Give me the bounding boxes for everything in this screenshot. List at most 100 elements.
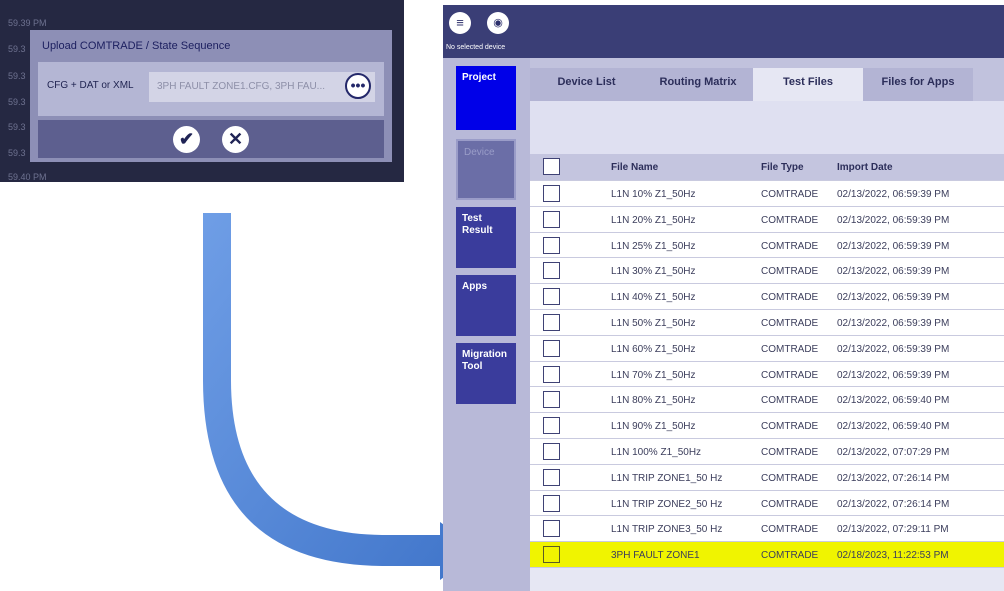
background-time: 59.3 (8, 122, 26, 132)
file-type-cell: COMTRADE (761, 498, 819, 510)
background-time: 59.3 (8, 148, 26, 158)
file-name-cell: L1N TRIP ZONE3_50 Hz (611, 524, 723, 536)
import-date-cell: 02/13/2022, 07:26:14 PM (837, 472, 950, 484)
sidebar-item-test-result[interactable]: Test Result (456, 207, 516, 268)
table-row[interactable]: L1N TRIP ZONE1_50 Hz COMTRADE 02/13/2022, … (530, 464, 1004, 491)
import-date-cell: 02/13/2022, 06:59:40 PM (837, 421, 950, 433)
tab-test-files[interactable]: Test Files (753, 68, 863, 101)
row-checkbox[interactable] (543, 546, 560, 564)
file-type-cell: COMTRADE (761, 292, 819, 304)
dialog-body: CFG + DAT or XML 3PH FAULT ZONE1.CFG, 3P… (38, 62, 384, 116)
device-icon[interactable]: ◉ (487, 12, 509, 34)
file-name-cell: L1N 70% Z1_50Hz (611, 369, 696, 381)
file-type-cell: COMTRADE (761, 524, 819, 536)
file-name-cell: L1N 30% Z1_50Hz (611, 266, 696, 278)
table-row[interactable]: L1N 30% Z1_50Hz COMTRADE 02/13/2022, 06:59… (530, 258, 1004, 285)
sidebar-item-device[interactable]: Device (456, 139, 516, 200)
file-selection-field[interactable]: 3PH FAULT ZONE1.CFG, 3PH FAU... ••• (149, 72, 375, 102)
file-type-cell: COMTRADE (761, 395, 819, 407)
sidebar-item-project[interactable]: Project (456, 66, 516, 130)
row-checkbox[interactable] (543, 288, 560, 306)
select-all-checkbox[interactable] (543, 158, 560, 175)
table-body: L1N 10% Z1_50Hz COMTRADE 02/13/2022, 06:59… (530, 181, 1004, 568)
table-row[interactable]: L1N 90% Z1_50Hz COMTRADE 02/13/2022, 06:59… (530, 413, 1004, 439)
background-time: 59.3 (8, 71, 26, 81)
file-type-cell: COMTRADE (761, 240, 819, 252)
cancel-close-button[interactable]: ✕ (222, 126, 249, 153)
row-checkbox[interactable] (543, 210, 560, 228)
row-checkbox[interactable] (543, 391, 560, 409)
row-checkbox[interactable] (543, 520, 560, 538)
row-checkbox[interactable] (543, 185, 560, 202)
row-checkbox[interactable] (543, 442, 560, 460)
tab-files-for-apps[interactable]: Files for Apps (863, 68, 973, 101)
import-date-cell: 02/13/2022, 06:59:39 PM (837, 266, 950, 278)
tab-strip: Device List Routing Matrix Test Files Fi… (530, 58, 1004, 101)
import-date-cell: 02/13/2022, 06:59:39 PM (837, 343, 950, 355)
row-checkbox[interactable] (543, 417, 560, 435)
table-row[interactable]: L1N 25% Z1_50Hz COMTRADE 02/13/2022, 06:59… (530, 232, 1004, 259)
import-date-cell: 02/13/2022, 06:59:40 PM (837, 395, 950, 407)
test-files-table: File Name File Type Import Date L1N 10% … (530, 154, 1004, 568)
table-row[interactable]: L1N 50% Z1_50Hz COMTRADE 02/13/2022, 06:59… (530, 309, 1004, 336)
row-checkbox[interactable] (543, 494, 560, 512)
import-date-cell: 02/13/2022, 06:59:39 PM (837, 292, 950, 304)
file-type-cell: COMTRADE (761, 550, 819, 562)
row-checkbox[interactable] (543, 365, 560, 383)
row-checkbox[interactable] (543, 262, 560, 280)
tab-device-list[interactable]: Device List (530, 68, 643, 101)
browse-more-button[interactable]: ••• (345, 73, 371, 99)
file-name-cell: L1N 60% Z1_50Hz (611, 343, 696, 355)
tab-toolbar-area (530, 101, 1004, 154)
import-date-cell: 02/13/2022, 06:59:39 PM (837, 240, 950, 252)
table-row[interactable]: L1N 70% Z1_50Hz COMTRADE 02/13/2022, 06:59… (530, 361, 1004, 388)
tab-routing-matrix[interactable]: Routing Matrix (643, 68, 753, 101)
selected-files-value: 3PH FAULT ZONE1.CFG, 3PH FAU... (157, 81, 326, 92)
table-row[interactable]: L1N 100% Z1_50Hz COMTRADE 02/13/2022, 07:0… (530, 438, 1004, 465)
row-checkbox[interactable] (543, 236, 560, 254)
table-row[interactable]: L1N TRIP ZONE3_50 Hz COMTRADE 02/13/2022, … (530, 516, 1004, 543)
table-row[interactable]: L1N 10% Z1_50Hz COMTRADE 02/13/2022, 06:59… (530, 181, 1004, 207)
table-row[interactable]: L1N 40% Z1_50Hz COMTRADE 02/13/2022, 06:59… (530, 284, 1004, 310)
file-name-cell: 3PH FAULT ZONE1 (611, 550, 700, 562)
import-date-cell: 02/13/2022, 06:59:39 PM (837, 317, 950, 329)
table-row[interactable]: L1N 80% Z1_50Hz COMTRADE 02/13/2022, 06:59… (530, 387, 1004, 414)
row-checkbox[interactable] (543, 339, 560, 357)
column-header-import-date[interactable]: Import Date (837, 162, 893, 173)
confirm-checkmark-button[interactable]: ✔ (173, 126, 200, 153)
menu-icon[interactable]: ≡ (449, 12, 471, 34)
file-name-cell: L1N 10% Z1_50Hz (611, 189, 696, 200)
import-date-cell: 02/13/2022, 07:07:29 PM (837, 446, 950, 458)
table-row[interactable]: L1N TRIP ZONE2_50 Hz COMTRADE 02/13/2022, … (530, 490, 1004, 517)
file-name-cell: L1N 20% Z1_50Hz (611, 214, 696, 226)
column-header-file-type[interactable]: File Type (761, 162, 804, 173)
table-header-row: File Name File Type Import Date (530, 154, 1004, 181)
device-status-text: No selected device (446, 44, 506, 51)
table-row[interactable]: L1N 20% Z1_50Hz COMTRADE 02/13/2022, 06:59… (530, 206, 1004, 233)
background-time: 59.3 (8, 97, 26, 107)
file-type-cell: COMTRADE (761, 421, 819, 433)
dialog-footer: ✔ ✕ (38, 120, 384, 158)
import-date-cell: 02/13/2022, 06:59:39 PM (837, 214, 950, 226)
upload-dialog-screenshot: 59.39 PM 59.3 59.3 59.3 59.3 59.3 59.40 … (0, 0, 404, 182)
dialog-title: Upload COMTRADE / State Sequence (42, 40, 231, 52)
file-type-cell: COMTRADE (761, 317, 819, 329)
file-type-cell: COMTRADE (761, 472, 819, 484)
upload-comtrade-dialog: Upload COMTRADE / State Sequence CFG + D… (30, 30, 392, 162)
background-time: 59.40 PM (8, 172, 47, 182)
import-date-cell: 02/18/2023, 11:22:53 PM (837, 550, 949, 562)
table-row[interactable]: L1N 60% Z1_50Hz COMTRADE 02/13/2022, 06:59… (530, 335, 1004, 362)
row-checkbox[interactable] (543, 313, 560, 331)
file-name-cell: L1N 25% Z1_50Hz (611, 240, 696, 252)
table-row[interactable]: 3PH FAULT ZONE1 COMTRADE 02/18/2023, 11:22… (530, 542, 1004, 568)
row-checkbox[interactable] (543, 468, 560, 486)
file-name-cell: L1N 90% Z1_50Hz (611, 421, 696, 433)
sidebar: Project Device Test Result Apps Migratio… (443, 58, 530, 591)
sidebar-item-apps[interactable]: Apps (456, 275, 516, 336)
cfg-dat-xml-label: CFG + DAT or XML (47, 80, 134, 91)
sidebar-item-migration-tool[interactable]: Migration Tool (456, 343, 516, 404)
column-header-file-name[interactable]: File Name (611, 162, 658, 173)
file-type-cell: COMTRADE (761, 266, 819, 278)
import-date-cell: 02/13/2022, 07:26:14 PM (837, 498, 950, 510)
file-type-cell: COMTRADE (761, 446, 819, 458)
